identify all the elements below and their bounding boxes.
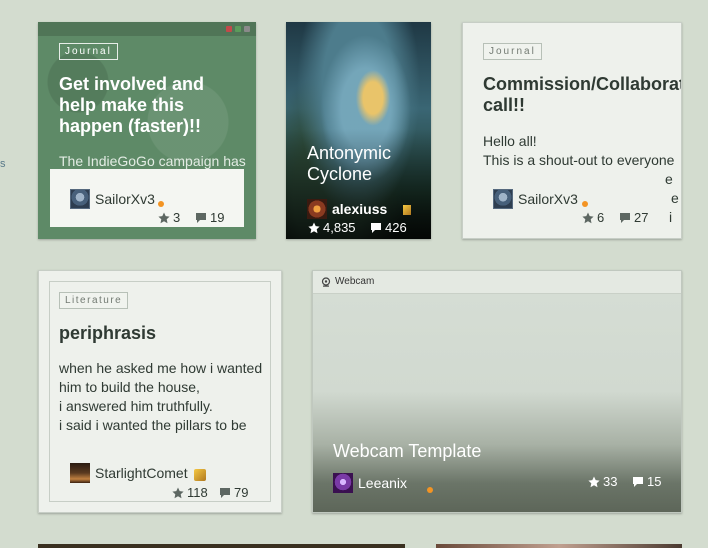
author-name[interactable]: alexiuss	[332, 201, 387, 217]
webcam-header: Webcam	[313, 271, 681, 294]
journal-card-get-involved[interactable]: Journal Get involved and help make this …	[38, 22, 256, 239]
avatar[interactable]	[307, 199, 327, 219]
excerpt-line: him to build the house,	[59, 379, 200, 395]
excerpt-overflow: e	[665, 171, 673, 187]
author-name[interactable]: Leeanix	[358, 475, 407, 491]
comment-icon	[620, 212, 630, 223]
excerpt-line: Hello all!	[483, 133, 537, 149]
comment-icon	[220, 487, 230, 498]
excerpt-line: This is a shout-out to everyone	[483, 152, 675, 168]
card-excerpt: when he asked me how i wanted him to bui…	[59, 359, 264, 439]
comments-value: 15	[647, 474, 662, 489]
card-footer: SailorXv3 6 27	[483, 183, 663, 235]
author-name[interactable]: StarlightComet	[95, 465, 188, 481]
title-line: Cyclone	[307, 164, 373, 184]
star-icon	[588, 476, 600, 487]
title-line: Commission/Collaborat	[483, 74, 682, 94]
star-icon	[172, 487, 184, 498]
journal-tag: Journal	[483, 43, 542, 60]
webcam-icon	[321, 277, 331, 287]
excerpt-line: made	[59, 435, 264, 439]
favourites-count: 3	[158, 210, 180, 225]
card-title[interactable]: Get involved and help make this happen (…	[59, 74, 204, 137]
favs-value: 33	[603, 474, 618, 489]
comments-count: 19	[195, 210, 224, 225]
avatar[interactable]	[70, 189, 90, 209]
author-name[interactable]: SailorXv3	[95, 191, 155, 207]
title-line: call!!	[483, 95, 526, 115]
card-title[interactable]: periphrasis	[59, 323, 156, 344]
comment-icon	[196, 212, 206, 223]
star-icon	[308, 222, 320, 233]
badge-icon	[403, 205, 411, 215]
favourites-count: 4,835	[308, 220, 356, 235]
favs-value: 4,835	[323, 220, 356, 235]
literature-tag: Literature	[59, 292, 129, 309]
artwork-card-antonymic-cyclone[interactable]: Antonymic Cyclone alexiuss 4,835 426	[286, 22, 431, 239]
avatar[interactable]	[70, 463, 90, 483]
card-decor-bar	[38, 22, 256, 36]
card-title[interactable]: Antonymic Cyclone	[307, 143, 391, 185]
avatar[interactable]	[333, 473, 353, 493]
card-title[interactable]: Commission/Collaborat call!!	[483, 74, 682, 116]
comments-value: 79	[234, 485, 249, 500]
webcam-card-template[interactable]: Webcam Webcam Template Leeanix 33 15	[312, 270, 682, 513]
next-card-top-edge	[436, 544, 682, 548]
card-excerpt: Hello all! This is a shout-out to everyo…	[483, 132, 674, 170]
favs-value: 6	[597, 210, 605, 225]
online-dot-icon	[582, 201, 588, 207]
excerpt-line: i answered him truthfully.	[59, 398, 213, 414]
favourites-count: 33	[588, 474, 617, 489]
favs-value: 118	[187, 485, 208, 500]
comment-icon	[371, 222, 381, 233]
card-footer: SailorXv3 3 19	[50, 169, 244, 227]
author-name[interactable]: SailorXv3	[518, 191, 578, 207]
comments-value: 27	[634, 210, 649, 225]
favourites-count: 6	[582, 210, 604, 225]
favourites-count: 118	[172, 485, 208, 500]
comment-icon	[633, 476, 643, 487]
comments-count: 27	[619, 210, 648, 225]
excerpt-overflow: e	[671, 190, 679, 206]
online-dot-icon	[158, 201, 164, 207]
comments-count: 426	[370, 220, 407, 235]
comments-value: 426	[385, 220, 407, 235]
avatar[interactable]	[493, 189, 513, 209]
star-icon	[158, 212, 170, 223]
comments-count: 15	[632, 474, 661, 489]
title-line: help make this	[59, 95, 185, 115]
excerpt-overflow: i	[669, 209, 673, 225]
comments-value: 19	[210, 210, 225, 225]
clipped-left-text: s	[0, 158, 6, 170]
literature-card-periphrasis[interactable]: Literature periphrasis when he asked me …	[38, 270, 282, 513]
favs-value: 3	[173, 210, 181, 225]
badge-icon	[194, 469, 206, 481]
comments-count: 79	[219, 485, 248, 500]
card-title[interactable]: Webcam Template	[333, 441, 481, 462]
star-icon	[582, 212, 594, 223]
online-dot-icon	[427, 487, 433, 493]
title-line: Antonymic	[307, 143, 392, 163]
title-line: happen (faster)!!	[59, 116, 202, 136]
journal-tag: Journal	[59, 43, 118, 60]
next-card-top-edge	[38, 544, 405, 548]
title-line: Get involved and	[59, 74, 205, 94]
excerpt-line: i said i wanted the pillars to be	[59, 417, 247, 433]
webcam-label: Webcam	[335, 276, 375, 287]
excerpt-line: when he asked me how i wanted	[59, 360, 263, 376]
journal-card-commission[interactable]: Journal Commission/Collaborat call!! Hel…	[462, 22, 682, 239]
